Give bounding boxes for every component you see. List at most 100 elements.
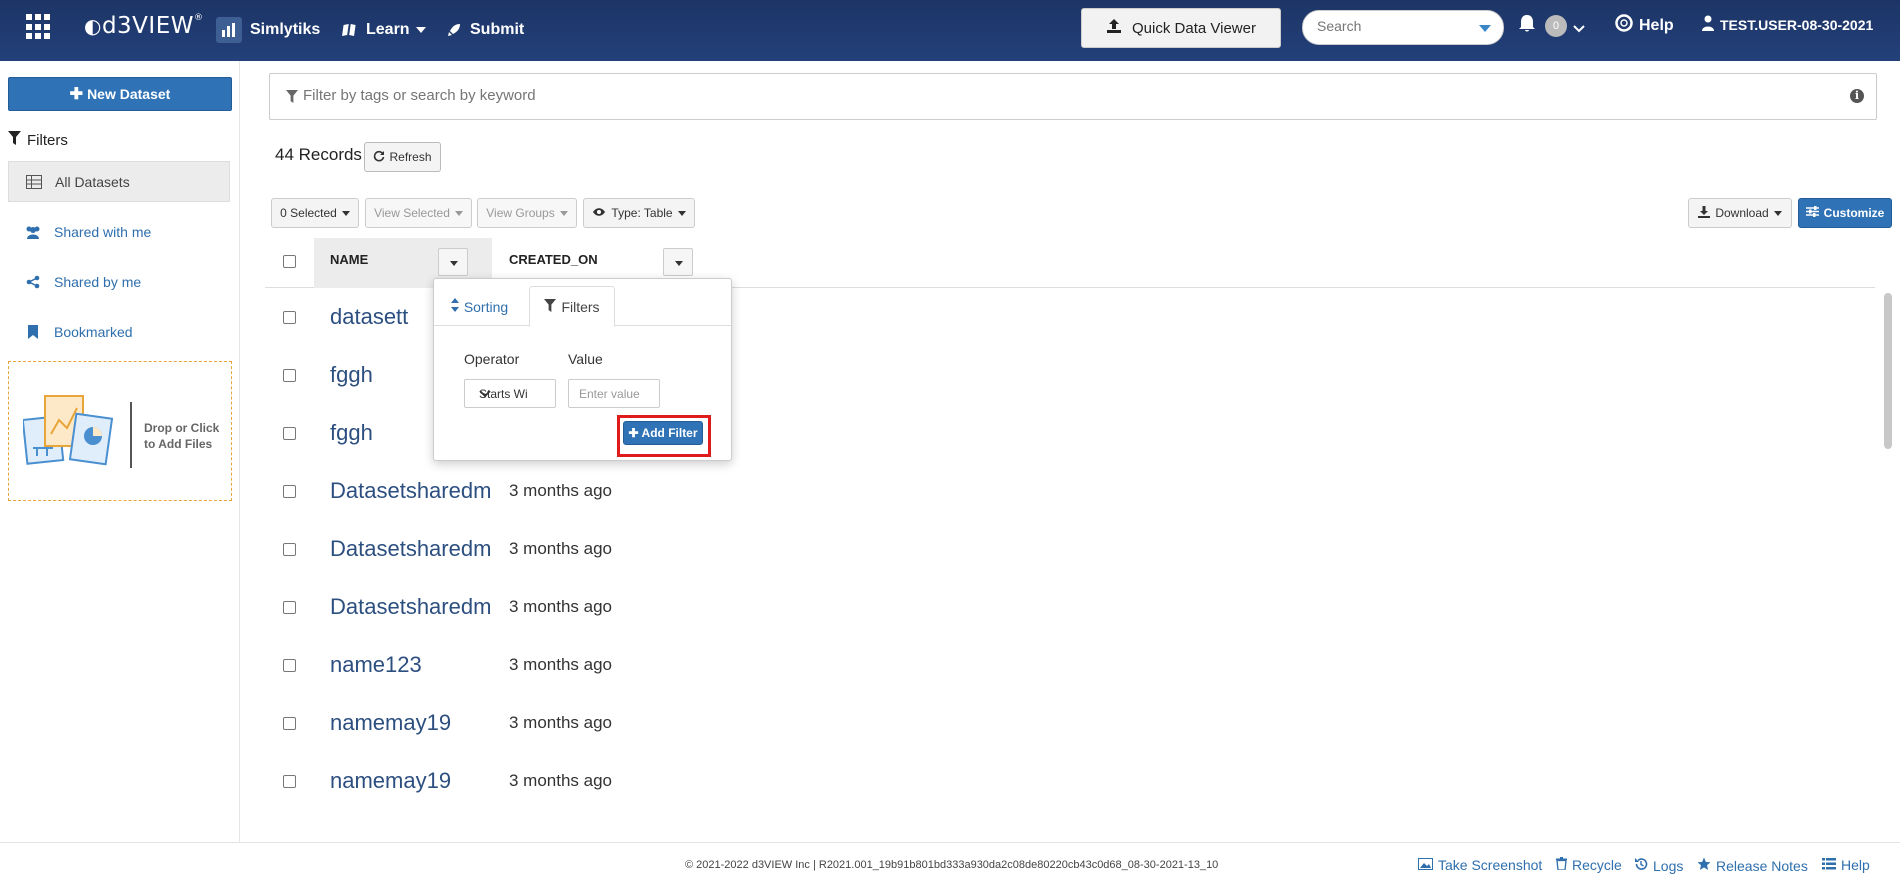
- row-checkbox[interactable]: [283, 543, 296, 556]
- row-created-on: 3 months ago: [509, 771, 613, 790]
- select-all-checkbox[interactable]: [283, 255, 296, 268]
- row-name-link[interactable]: datasett: [330, 304, 408, 330]
- sidebar-item-label: Shared with me: [54, 223, 152, 240]
- row-checkbox[interactable]: [283, 717, 296, 730]
- recycle-label: Recycle: [1572, 857, 1622, 873]
- row-name-link[interactable]: name123: [330, 652, 422, 678]
- type-dropdown[interactable]: Type: Table: [583, 198, 695, 228]
- keyword-filter-bar: i: [269, 73, 1877, 120]
- footer-help-label: Help: [1841, 857, 1870, 873]
- user-menu[interactable]: TEST.USER-08-30-2021: [1702, 15, 1873, 34]
- chevron-down-icon: [479, 387, 527, 401]
- row-checkbox[interactable]: [283, 427, 296, 440]
- refresh-label: Refresh: [389, 150, 432, 164]
- nav-learn[interactable]: Learn: [342, 15, 426, 45]
- created-on-column-menu-button[interactable]: [663, 248, 693, 276]
- top-navbar: ◐d3VIEW® Simlytiks Learn Submit Quick Da…: [0, 0, 1900, 61]
- chevron-down-icon[interactable]: [1573, 20, 1585, 38]
- info-icon[interactable]: i: [1850, 89, 1864, 103]
- release-notes-link[interactable]: Release Notes: [1697, 857, 1808, 874]
- eye-icon: [592, 206, 606, 220]
- row-checkbox[interactable]: [283, 311, 296, 324]
- bell-icon[interactable]: [1518, 14, 1536, 39]
- brand-mark: ®: [193, 13, 204, 23]
- history-icon: [1634, 857, 1648, 874]
- dropzone-divider: [130, 402, 132, 468]
- new-dataset-button[interactable]: ✚ New Dataset: [8, 77, 232, 111]
- view-groups-label: View Groups: [486, 206, 555, 220]
- row-name-link[interactable]: namemay19: [330, 768, 451, 794]
- created-on-column-label: CREATED_ON: [509, 252, 598, 267]
- records-count: 44 Records: [275, 145, 362, 164]
- trash-icon: [1556, 857, 1567, 873]
- selected-label: 0 Selected: [280, 206, 337, 220]
- brand-logo[interactable]: ◐d3VIEW®: [84, 13, 203, 39]
- name-column-menu-button[interactable]: [438, 248, 468, 276]
- release-notes-label: Release Notes: [1716, 857, 1808, 874]
- row-created-on: 3 months ago: [509, 481, 613, 500]
- lifebuoy-icon: [1615, 14, 1633, 37]
- download-dropdown[interactable]: Download: [1688, 198, 1792, 228]
- global-search-input[interactable]: [1317, 18, 1467, 34]
- keyword-filter-input[interactable]: [303, 87, 1203, 104]
- row-checkbox[interactable]: [283, 775, 296, 788]
- quick-data-viewer-button[interactable]: Quick Data Viewer: [1081, 8, 1281, 48]
- user-icon: [1702, 15, 1714, 34]
- tab-sorting[interactable]: Sorting: [442, 286, 517, 327]
- row-name-link[interactable]: Datasetsharedm: [330, 594, 491, 620]
- book-icon: [342, 22, 358, 38]
- sidebar-item-all-datasets[interactable]: All Datasets: [8, 161, 230, 202]
- row-checkbox[interactable]: [283, 601, 296, 614]
- row-name-link[interactable]: Datasetsharedm: [330, 536, 491, 562]
- row-created-on: 3 months ago: [509, 713, 613, 732]
- filter-value-input[interactable]: [568, 379, 660, 408]
- search-dropdown-icon[interactable]: [1479, 25, 1491, 32]
- filter-icon: [8, 131, 21, 149]
- customize-button[interactable]: Customize: [1798, 198, 1892, 228]
- sidebar-item-shared-with-me[interactable]: Shared with me: [8, 211, 230, 252]
- help-label: Help: [1639, 16, 1674, 34]
- view-groups-dropdown[interactable]: View Groups: [477, 198, 577, 228]
- caret-down-icon: [454, 210, 463, 216]
- logs-label: Logs: [1653, 857, 1684, 874]
- filter-icon: [286, 90, 298, 108]
- dropzone-text: Drop or Click to Add Files: [144, 421, 220, 451]
- download-label: Download: [1715, 206, 1769, 220]
- add-filter-button[interactable]: ✚ Add Filter: [623, 421, 703, 445]
- caret-down-icon: [677, 210, 686, 216]
- row-checkbox[interactable]: [283, 369, 296, 382]
- apps-grid-icon[interactable]: [26, 14, 52, 40]
- tab-filters[interactable]: Filters: [529, 286, 615, 327]
- row-name-link[interactable]: fggh: [330, 362, 373, 388]
- recycle-link[interactable]: Recycle: [1556, 857, 1622, 873]
- rocket-icon: [446, 22, 462, 38]
- row-name-link[interactable]: fggh: [330, 420, 373, 446]
- nav-submit[interactable]: Submit: [446, 15, 524, 45]
- view-selected-dropdown[interactable]: View Selected: [365, 198, 472, 228]
- row-checkbox[interactable]: [283, 659, 296, 672]
- view-selected-label: View Selected: [374, 206, 450, 220]
- file-dropzone[interactable]: Drop or Click to Add Files: [8, 361, 232, 501]
- sidebar-item-shared-by-me[interactable]: Shared by me: [8, 261, 230, 302]
- type-label: Type: Table: [611, 206, 673, 220]
- star-icon: [1697, 857, 1711, 874]
- selected-dropdown[interactable]: 0 Selected: [271, 198, 359, 228]
- row-name-link[interactable]: Datasetsharedm: [330, 478, 491, 504]
- footer-help-link[interactable]: Help: [1822, 857, 1870, 873]
- nav-learn-label: Learn: [366, 21, 410, 38]
- help-menu[interactable]: Help: [1615, 14, 1674, 37]
- refresh-button[interactable]: Refresh: [364, 142, 441, 172]
- row-name-link[interactable]: namemay19: [330, 710, 451, 736]
- take-screenshot-link[interactable]: Take Screenshot: [1418, 857, 1542, 873]
- row-created-on: 3 months ago: [509, 539, 613, 558]
- logs-link[interactable]: Logs: [1634, 857, 1683, 874]
- tab-filters-label: Filters: [561, 298, 600, 315]
- sidebar-item-bookmarked[interactable]: Bookmarked: [8, 311, 230, 352]
- operator-select[interactable]: Starts With: [464, 379, 556, 408]
- table-scrollbar[interactable]: [1884, 293, 1892, 449]
- footer: © 2021-2022 d3VIEW Inc | R2021.001_19b91…: [0, 842, 1900, 881]
- nav-simlytiks[interactable]: Simlytiks: [216, 15, 320, 45]
- sort-icon: [450, 298, 459, 315]
- sidebar-item-label: Shared by me: [54, 273, 142, 290]
- row-checkbox[interactable]: [283, 485, 296, 498]
